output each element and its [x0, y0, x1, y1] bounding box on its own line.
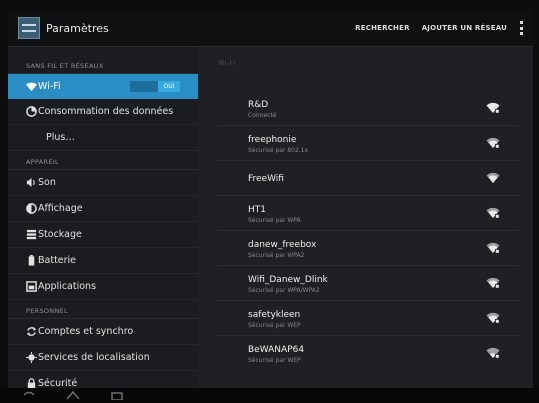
wifi-signal-lock-icon	[486, 312, 500, 323]
network-row[interactable]: freephonie Sécurisé par 802.1x	[218, 126, 518, 161]
sidebar-item-label: Wi-Fi	[38, 81, 61, 92]
sync-icon	[26, 326, 37, 337]
sidebar-item-more[interactable]: Plus…	[8, 125, 198, 151]
network-row[interactable]: Wifi_Danew_Dlink Sécurisé par WPA/WPA2	[218, 266, 518, 301]
network-name: HT1	[248, 205, 266, 215]
sound-icon	[26, 177, 35, 188]
display-icon	[26, 203, 37, 214]
network-status: Sécurisé par WEP	[248, 322, 301, 329]
sidebar-item-battery[interactable]: Batterie	[8, 248, 198, 274]
wifi-icon	[26, 82, 37, 92]
sidebar-item-label: Son	[38, 177, 56, 188]
battery-icon	[28, 255, 35, 266]
system-navigation-bar	[0, 388, 539, 403]
network-row[interactable]: R&D Connecté	[218, 91, 518, 126]
sidebar-item-label: Plus…	[46, 132, 75, 143]
home-icon[interactable]	[66, 390, 80, 400]
wifi-signal-lock-icon	[486, 277, 500, 288]
network-status: Connecté	[248, 112, 277, 119]
network-name: BeWANAP64	[248, 345, 305, 355]
network-row[interactable]: BeWANAP64 Sécurisé par WEP	[218, 336, 518, 370]
network-row[interactable]: HT1 Sécurisé par WPA	[218, 196, 518, 231]
location-icon	[26, 352, 37, 363]
network-name: Wifi_Danew_Dlink	[248, 275, 328, 285]
sidebar-item-label: Services de localisation	[38, 352, 150, 363]
back-icon[interactable]	[22, 390, 36, 400]
wifi-signal-lock-icon	[486, 347, 500, 358]
section-header-wireless: SANS FIL ET RÉSEAUX	[8, 59, 198, 74]
network-row[interactable]: safetykleen Sécurisé par WEP	[218, 301, 518, 336]
sidebar-item-accounts-sync[interactable]: Comptes et synchro	[8, 319, 198, 345]
sidebar-item-label: Affichage	[38, 203, 83, 214]
sidebar-item-data-usage[interactable]: Consommation des données	[8, 99, 198, 125]
search-button[interactable]: RECHERCHER	[355, 24, 410, 32]
network-name: danew_freebox	[248, 240, 317, 250]
overflow-menu-icon[interactable]	[519, 21, 523, 35]
storage-icon	[26, 229, 37, 240]
sidebar-item-label: Comptes et synchro	[38, 326, 134, 337]
sidebar-item-label: Consommation des données	[38, 106, 174, 117]
network-status: Sécurisé par WPA2	[248, 252, 305, 259]
lock-icon	[27, 378, 36, 388]
settings-app-icon[interactable]	[18, 17, 40, 39]
section-header-personal: PERSONNEL	[8, 304, 198, 319]
add-network-button[interactable]: AJOUTER UN RÉSEAU	[422, 24, 507, 32]
sidebar-item-wifi[interactable]: Wi-Fi OUI	[8, 74, 198, 99]
sidebar-item-label: Batterie	[38, 255, 77, 266]
network-row[interactable]: FreeWifi	[218, 161, 518, 196]
data-usage-icon	[26, 106, 37, 117]
sidebar-item-label: Stockage	[38, 229, 82, 240]
wifi-section-header: WI-FI	[218, 59, 236, 67]
settings-window: Paramètres RECHERCHER AJOUTER UN RÉSEAU …	[8, 10, 533, 388]
sidebar-item-label: Sécurité	[38, 378, 78, 388]
network-name: FreeWifi	[248, 174, 284, 184]
recent-apps-icon[interactable]	[110, 390, 124, 400]
action-bar: Paramètres RECHERCHER AJOUTER UN RÉSEAU	[8, 10, 533, 47]
network-status: Sécurisé par 802.1x	[248, 147, 309, 154]
wifi-toggle-label: OUI	[158, 81, 180, 92]
network-name: R&D	[248, 100, 269, 110]
sidebar-item-storage[interactable]: Stockage	[8, 222, 198, 248]
network-status: Sécurisé par WPA	[248, 217, 301, 224]
sidebar-item-security[interactable]: Sécurité	[8, 371, 198, 388]
wifi-signal-lock-icon	[486, 242, 500, 253]
sidebar-item-applications[interactable]: Applications	[8, 274, 198, 300]
section-header-device: APPAREIL	[8, 155, 198, 170]
sidebar-item-sound[interactable]: Son	[8, 170, 198, 196]
wifi-signal-lock-icon	[486, 207, 500, 218]
sidebar-item-location[interactable]: Services de localisation	[8, 345, 198, 371]
wifi-signal-icon	[486, 172, 500, 183]
wifi-signal-lock-icon	[486, 102, 500, 113]
action-bar-actions: RECHERCHER AJOUTER UN RÉSEAU	[355, 21, 533, 35]
network-status: Sécurisé par WPA/WPA2	[248, 287, 320, 294]
network-row[interactable]: danew_freebox Sécurisé par WPA2	[218, 231, 518, 266]
wifi-toggle[interactable]: OUI	[130, 81, 180, 92]
settings-sidebar: SANS FIL ET RÉSEAUX Wi-Fi OUI Consommati…	[8, 47, 198, 388]
wifi-signal-lock-icon	[486, 137, 500, 148]
network-name: safetykleen	[248, 310, 301, 320]
sidebar-item-label: Applications	[38, 281, 97, 292]
wifi-networks-pane: WI-FI R&D Connecté freephonie Sécurisé p…	[198, 47, 533, 388]
network-status: Sécurisé par WEP	[248, 357, 301, 364]
sidebar-item-display[interactable]: Affichage	[8, 196, 198, 222]
network-name: freephonie	[248, 135, 297, 145]
apps-icon	[26, 281, 37, 292]
page-title: Paramètres	[46, 21, 109, 35]
